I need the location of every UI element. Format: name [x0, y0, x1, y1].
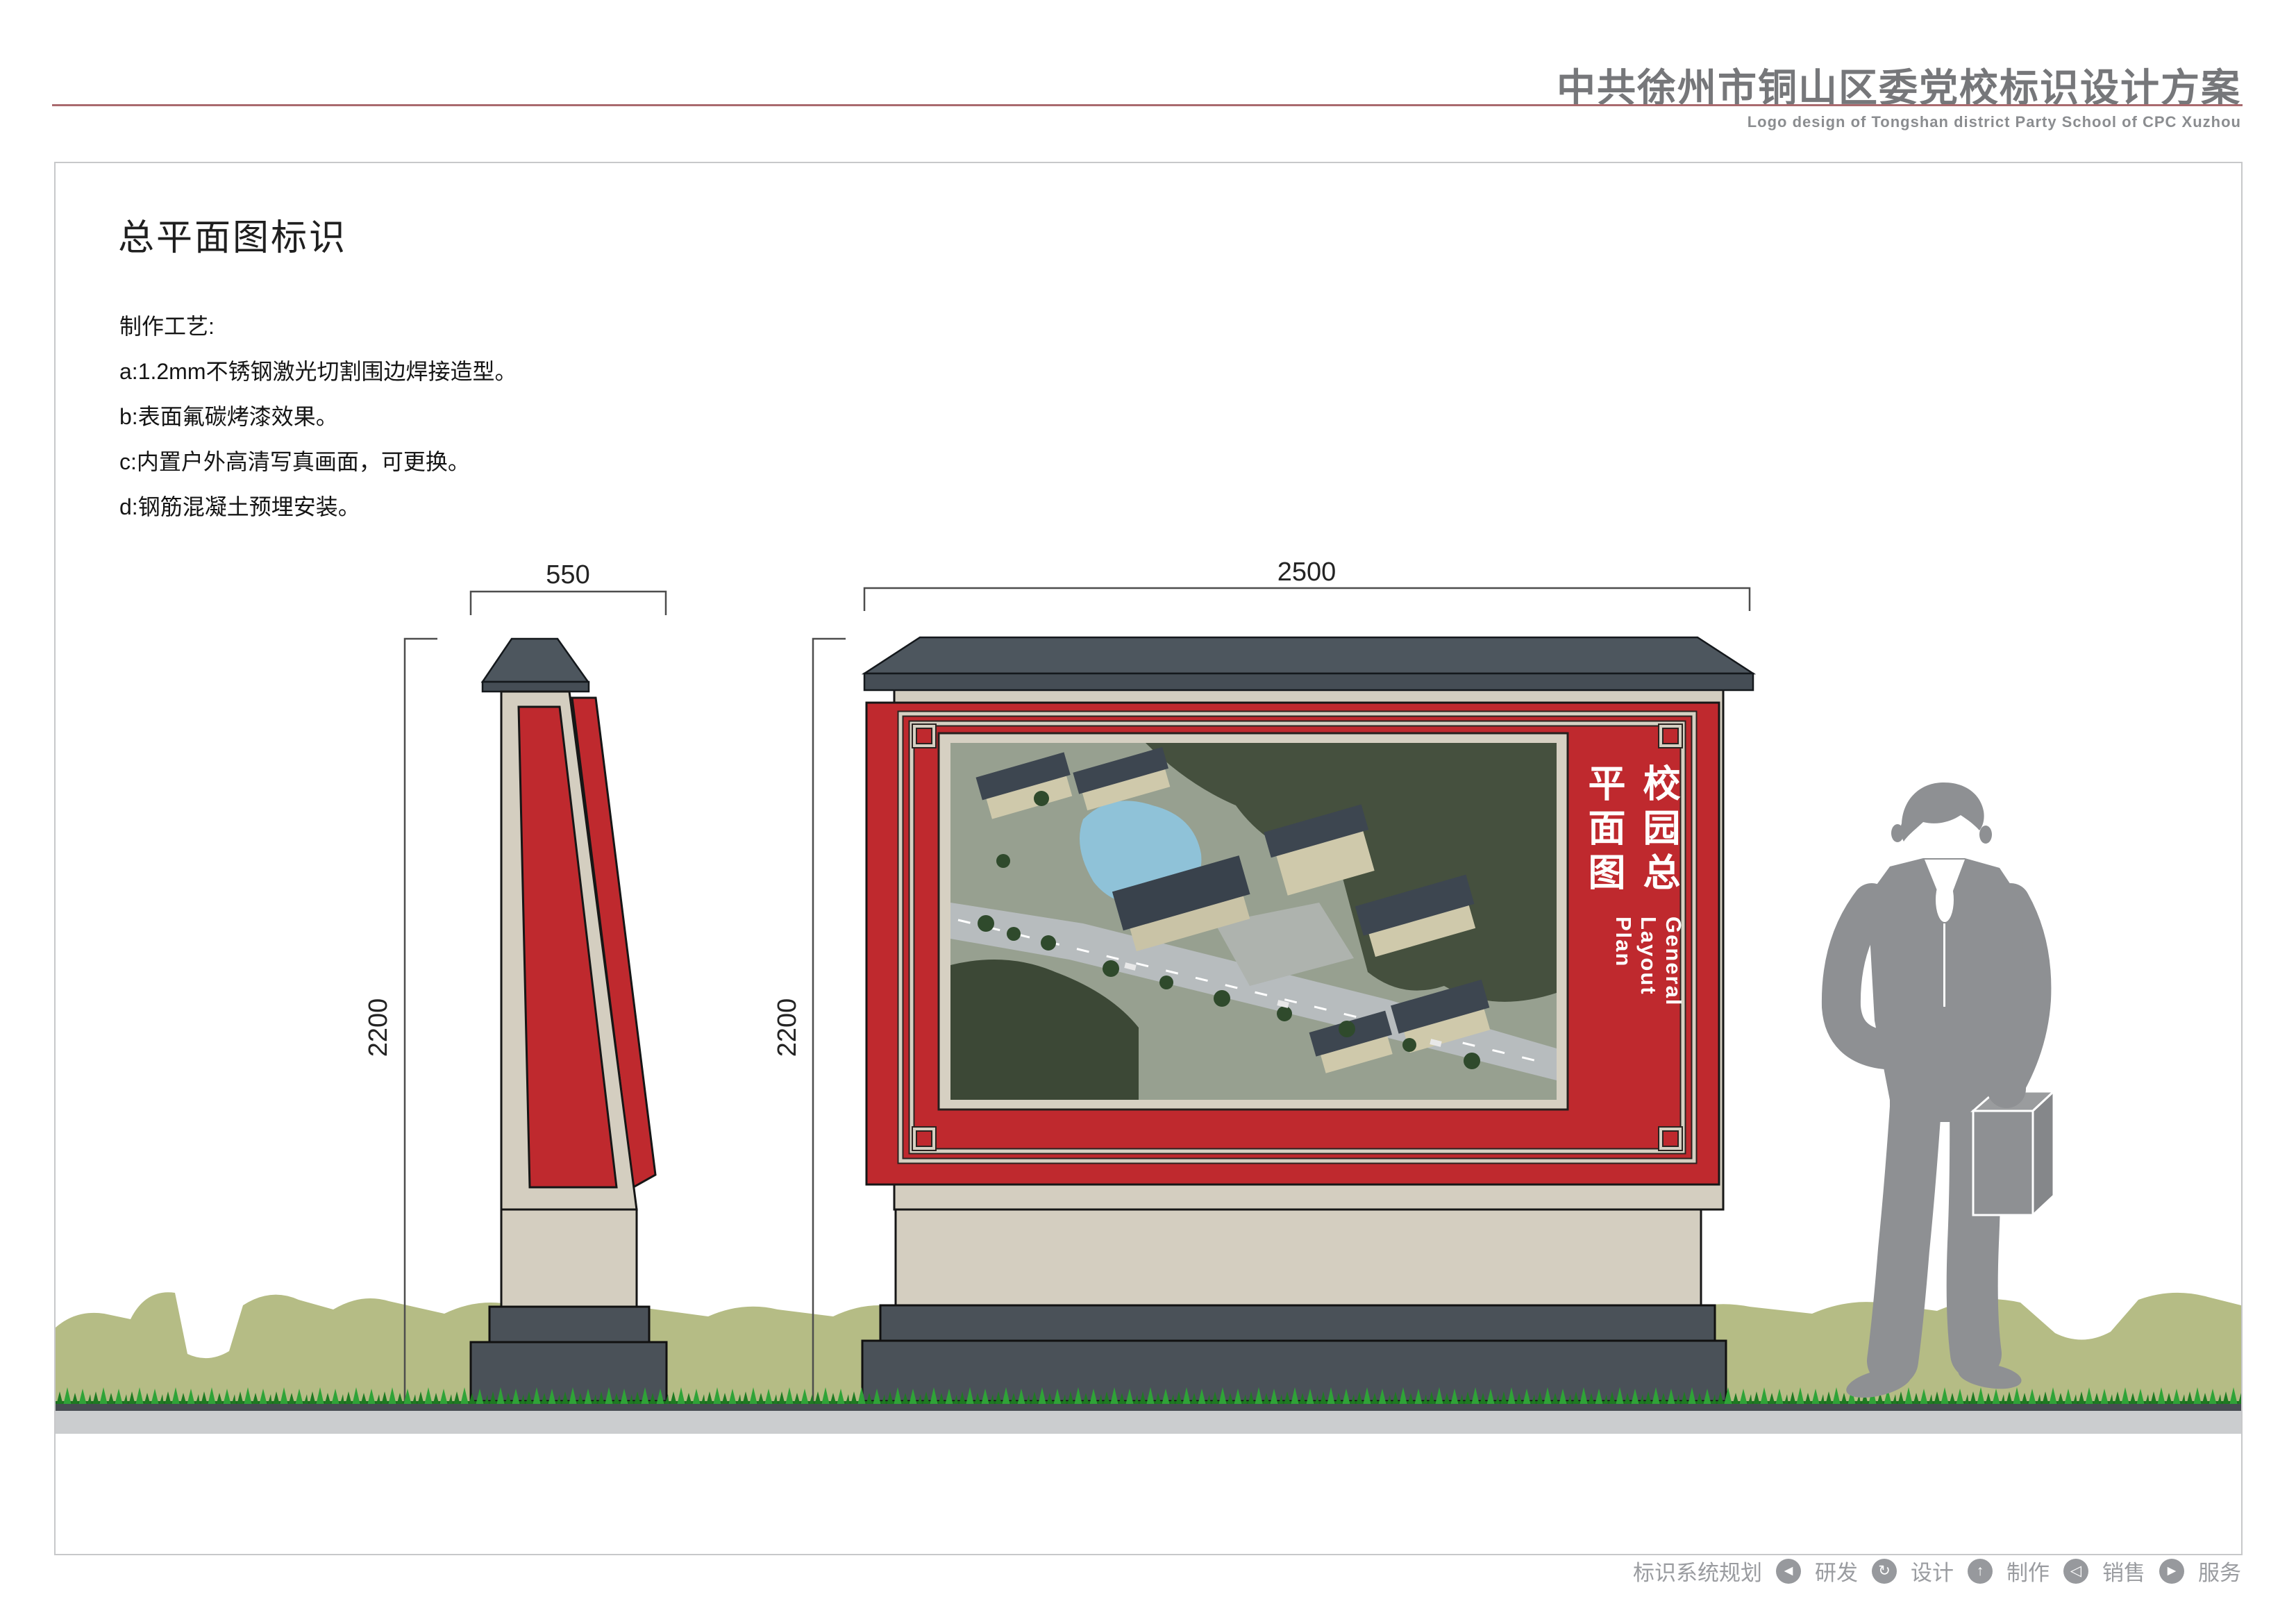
curb-line	[56, 1404, 2241, 1411]
footer-item-service: 服务	[2198, 1555, 2241, 1587]
sign-caption-zh: 校园总平面图	[1589, 764, 1686, 914]
footer-item-rd: 研发	[1815, 1555, 1858, 1587]
side-cap-roof	[483, 639, 588, 682]
footer-item-planning: 标识系统规划	[1633, 1555, 1762, 1587]
dimension-front-height	[813, 639, 846, 1427]
front-roof-slope	[864, 637, 1753, 673]
arrow-up-icon: ↑	[1968, 1559, 1993, 1584]
person-hand	[1987, 1069, 2026, 1108]
side-elevation	[471, 639, 667, 1401]
side-cap-band	[483, 682, 589, 692]
person-hair	[1900, 782, 1984, 842]
design-sheet: 中共徐州市铜山区委党校标识设计方案 Logo design of Tongsha…	[0, 0, 2296, 1624]
arrow-right-icon: ►	[2159, 1559, 2184, 1584]
pavement-strip	[56, 1411, 2241, 1434]
footer-item-production: 制作	[2006, 1555, 2050, 1587]
front-base-block	[896, 1209, 1701, 1305]
dim-550-label: 550	[546, 560, 589, 589]
side-base-block	[501, 1209, 637, 1307]
sign-caption: 校园总平面图 General Layout Plan	[1582, 764, 1686, 1048]
person-left-leg	[1893, 1097, 1916, 1361]
jacket-seam	[1943, 923, 1945, 1007]
sign-caption-en: General Layout Plan	[1582, 916, 1686, 1048]
footer-service-chain: 标识系统规划 ◄ 研发 ↻ 设计 ↑ 制作 ◁ 销售 ► 服务	[1633, 1555, 2241, 1587]
elevation-drawing: 550 2500 2200 2200	[0, 0, 2296, 1624]
campus-aerial-photo	[950, 743, 1557, 1100]
front-roof-fascia	[864, 673, 1753, 690]
dim-2200-side-label: 2200	[364, 998, 393, 1057]
dim-2200-front-label: 2200	[773, 998, 802, 1057]
footer-item-sales: 销售	[2102, 1555, 2145, 1587]
refresh-icon: ↻	[1872, 1559, 1897, 1584]
arrow-left-icon: ◄	[1776, 1559, 1801, 1584]
dim-2500-label: 2500	[1277, 558, 1336, 587]
front-step-upper	[880, 1305, 1715, 1341]
footer-item-design: 设计	[1911, 1555, 1954, 1587]
person-tie	[1936, 878, 1954, 922]
dimension-side-width	[471, 592, 666, 615]
triangle-left-icon: ◁	[2063, 1559, 2088, 1584]
dimension-front-width	[864, 588, 1750, 611]
side-step-upper	[489, 1307, 649, 1342]
